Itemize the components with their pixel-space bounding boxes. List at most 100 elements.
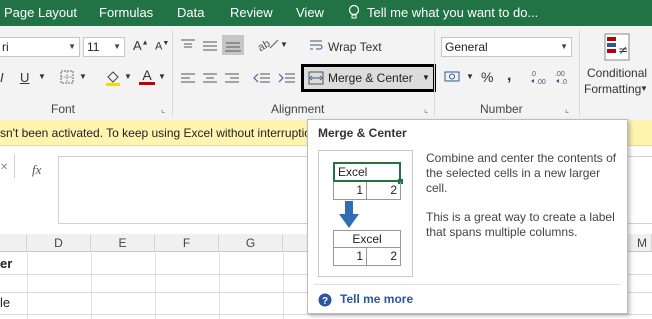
align-top-icon[interactable]	[180, 38, 196, 55]
chevron-down-icon[interactable]: ▼	[38, 72, 46, 81]
svg-text:≠: ≠	[618, 43, 628, 57]
conditional-formatting-icon[interactable]: ≠	[603, 32, 631, 65]
formatting-label[interactable]: Formatting	[584, 82, 641, 96]
align-right-icon[interactable]	[224, 72, 240, 87]
activation-notice-text: sn't been activated. To keep using Excel…	[0, 126, 311, 140]
align-center-icon[interactable]	[202, 72, 218, 87]
chevron-down-icon[interactable]: ▼	[280, 40, 288, 49]
align-middle-icon[interactable]	[202, 38, 218, 55]
illus-merged-cell: Excel	[333, 230, 401, 248]
wrap-text-button[interactable]: Wrap Text	[328, 40, 382, 54]
group-divider	[579, 30, 580, 116]
orientation-icon[interactable]: ab	[256, 36, 280, 55]
shrink-font-button[interactable]: A▼	[155, 40, 169, 53]
svg-text:.0: .0	[530, 71, 536, 78]
column-header-g[interactable]: G	[219, 234, 283, 252]
tell-me-more-link[interactable]: Tell me more	[340, 292, 413, 306]
chevron-down-icon[interactable]: ▼	[640, 84, 648, 93]
tab-review[interactable]: Review	[230, 5, 273, 20]
chevron-down-icon[interactable]: ▼	[466, 72, 474, 81]
gridline	[27, 252, 28, 319]
tooltip-title: Merge & Center	[318, 126, 407, 140]
tooltip-separator	[314, 284, 621, 285]
dialog-launcher-icon[interactable]: ⌞	[565, 104, 569, 115]
illus-cell: 2	[367, 248, 401, 266]
chevron-down-icon: ▼	[422, 73, 430, 82]
grow-font-button[interactable]: A▲	[133, 38, 149, 53]
conditional-label[interactable]: Conditional	[587, 66, 647, 80]
tab-formulas[interactable]: Formulas	[99, 5, 153, 20]
font-name-value: ri	[2, 40, 9, 54]
accounting-format-icon[interactable]	[444, 70, 464, 87]
illus-bottom-n1: 1	[356, 249, 363, 263]
tab-data[interactable]: Data	[177, 5, 204, 20]
illus-top-n2: 2	[390, 183, 397, 197]
font-color-label: A	[142, 67, 152, 83]
alignment-group-label: Alignment	[271, 102, 325, 116]
tooltip-description: Combine and center the contents of the s…	[426, 151, 617, 195]
help-icon[interactable]: ?	[318, 293, 332, 310]
gridline	[283, 252, 284, 319]
column-header-d[interactable]: D	[27, 234, 91, 252]
svg-text:ab: ab	[256, 38, 272, 52]
font-group-label: Font	[51, 102, 76, 116]
column-header[interactable]	[0, 234, 27, 252]
illus-selected-cell: Excel	[333, 162, 403, 184]
ribbon-tab-bar: Page Layout Formulas Data Review View Te…	[0, 0, 652, 26]
number-format-combo[interactable]: General ▼	[441, 37, 572, 57]
tab-page-layout[interactable]: Page Layout	[4, 5, 77, 20]
illus-bottom-text: Excel	[352, 232, 382, 246]
formula-divider	[14, 154, 15, 178]
cell-text[interactable]: le	[0, 295, 10, 310]
font-name-combo[interactable]: ri ▼	[0, 37, 80, 57]
group-divider	[434, 30, 435, 116]
decrease-decimal-icon[interactable]: .00.0	[555, 68, 575, 89]
column-header-f[interactable]: F	[155, 234, 219, 252]
illus-cell: 1	[333, 248, 367, 266]
arrow-down-icon	[338, 201, 360, 232]
chevron-down-icon[interactable]: ▼	[79, 72, 87, 81]
cancel-icon[interactable]: ✕	[0, 162, 8, 173]
number-format-value: General	[445, 40, 488, 54]
tab-view[interactable]: View	[296, 5, 324, 20]
font-size-combo[interactable]: 11 ▼	[83, 37, 125, 57]
svg-text:.00: .00	[536, 79, 546, 86]
illus-cell: 2	[367, 182, 401, 200]
increase-indent-icon[interactable]	[278, 71, 296, 88]
cell-text[interactable]: er	[0, 256, 12, 271]
illus-cell: 1	[333, 182, 367, 200]
group-divider	[172, 30, 173, 116]
decrease-indent-icon[interactable]	[253, 71, 271, 88]
dialog-launcher-icon[interactable]: ⌞	[424, 104, 428, 115]
underline-button[interactable]: U	[20, 70, 29, 85]
tooltip-description-2: This is a great way to create a label th…	[426, 210, 615, 239]
tell-me-search[interactable]: Tell me what you want to do...	[367, 5, 538, 20]
borders-icon[interactable]	[60, 70, 74, 87]
chevron-down-icon: ▼	[113, 42, 121, 51]
merge-center-tooltip: Merge & Center Excel 1 2 Excel 1 2 Combi…	[307, 119, 628, 314]
increase-decimal-icon[interactable]: .0.00	[530, 68, 550, 89]
italic-button[interactable]: I	[0, 70, 4, 85]
insert-function-button[interactable]: fx	[32, 162, 41, 178]
wrap-text-icon	[309, 38, 323, 55]
font-color-button[interactable]: A	[139, 67, 155, 85]
ribbon: ri ▼ 11 ▼ A▲ A▼ I U ▼ ▼ ▼ A ▼ Font ⌞ ab …	[0, 26, 652, 121]
svg-text:.0: .0	[561, 79, 567, 86]
dialog-launcher-icon[interactable]: ⌞	[161, 104, 165, 115]
align-left-icon[interactable]	[180, 72, 196, 87]
percent-style-button[interactable]: %	[481, 69, 493, 85]
illus-top-n1: 1	[356, 183, 363, 197]
illus-top-text: Excel	[338, 165, 368, 179]
chevron-down-icon[interactable]: ▼	[158, 72, 166, 81]
gridline	[91, 252, 92, 319]
merge-center-button[interactable]: Merge & Center ▼	[301, 64, 436, 92]
align-bottom-icon[interactable]	[222, 35, 244, 55]
comma-style-button[interactable]: ,	[507, 67, 511, 85]
svg-text:?: ?	[322, 296, 328, 307]
column-header-e[interactable]: E	[91, 234, 155, 252]
illus-bottom-n2: 2	[390, 249, 397, 263]
merge-center-icon	[308, 71, 324, 88]
chevron-down-icon[interactable]: ▼	[124, 72, 132, 81]
number-group-label: Number	[480, 102, 523, 116]
fill-color-icon[interactable]	[104, 68, 122, 89]
